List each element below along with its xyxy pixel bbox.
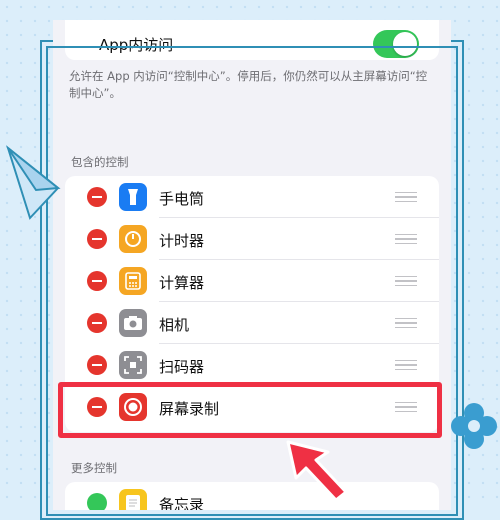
flower-decoration-icon <box>451 403 497 449</box>
highlight-box <box>58 382 442 438</box>
pointer-arrow-icon <box>286 440 348 500</box>
decorative-frame-inner <box>46 46 458 516</box>
paper-plane-icon <box>6 145 61 220</box>
